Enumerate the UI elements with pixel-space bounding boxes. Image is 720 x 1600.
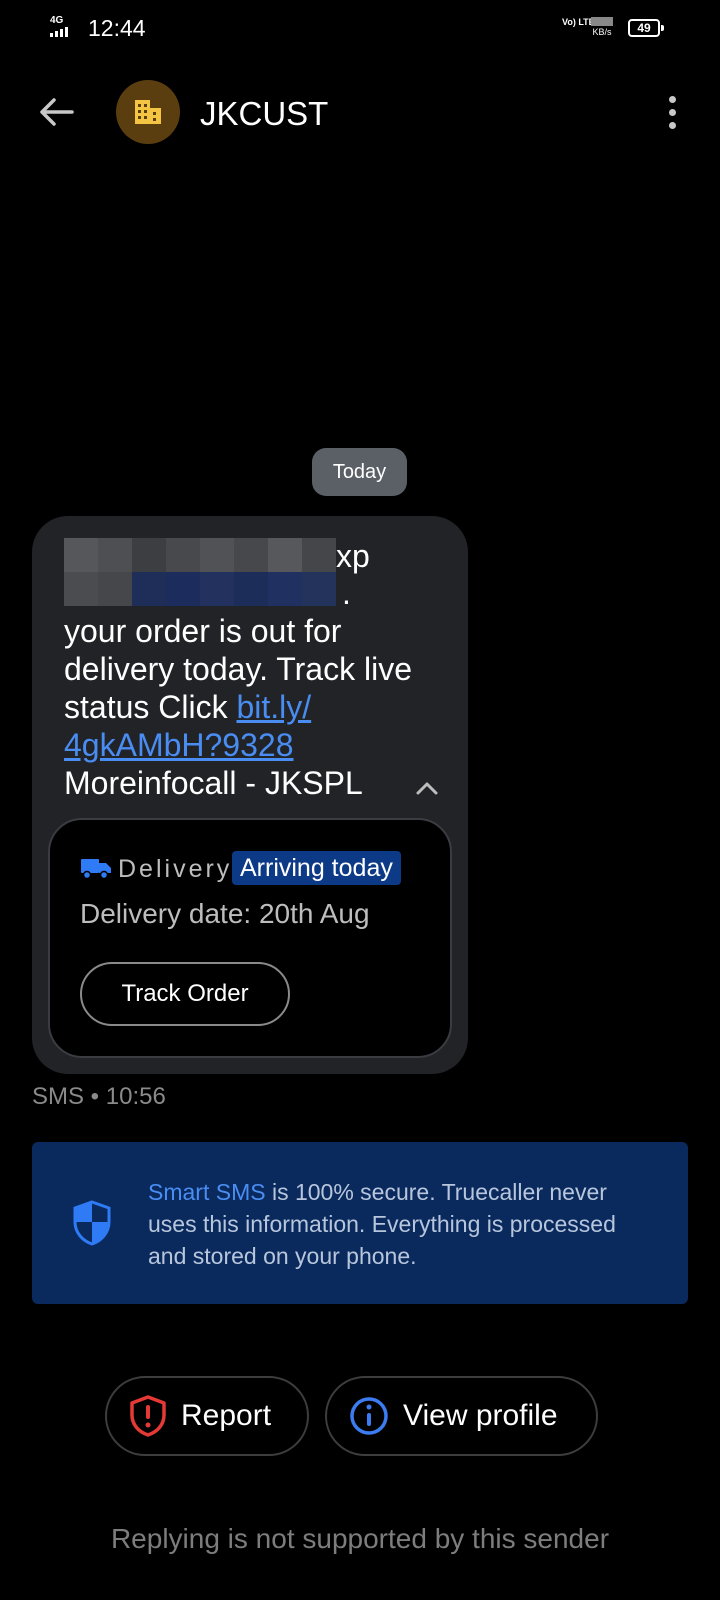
report-label: Report — [181, 1399, 272, 1432]
smart-sms-link[interactable]: Smart SMS — [148, 1179, 266, 1205]
view-profile-label: View profile — [403, 1399, 558, 1432]
battery-icon: 49 — [628, 19, 664, 37]
message-partial-text: xp — [336, 538, 370, 574]
message-body: your order is out for delivery today. Tr… — [64, 612, 424, 802]
card-label: Delivery — [118, 855, 233, 883]
network-type: 4G — [50, 15, 64, 26]
speed-unit: KB/s — [592, 27, 612, 37]
redacted-text — [64, 572, 336, 606]
redacted-text — [64, 538, 336, 572]
message-signature: Moreinfocall - JKSPL — [64, 765, 363, 801]
track-order-button[interactable]: Track Order — [80, 962, 290, 1026]
shield-icon — [73, 1200, 111, 1246]
truck-icon — [81, 859, 111, 880]
view-profile-button[interactable]: View profile — [325, 1376, 598, 1456]
message-partial-dot: . — [342, 575, 351, 611]
more-options-button[interactable] — [652, 88, 692, 136]
report-shield-icon — [130, 1395, 166, 1437]
building-icon — [135, 100, 161, 124]
delivery-status-badge: Arriving today — [232, 851, 401, 885]
reply-disabled-note: Replying is not supported by this sender — [110, 1523, 610, 1554]
status-time: 12:44 — [88, 15, 146, 41]
delivery-date: Delivery date: 20th Aug — [80, 898, 370, 929]
date-chip: Today — [312, 448, 407, 496]
sender-avatar[interactable] — [116, 80, 180, 144]
message-meta: SMS • 10:56 — [32, 1083, 166, 1110]
status-bar: 4G 12:44 Vo) LTE KB/s 49 — [0, 0, 720, 56]
more-vert-icon — [668, 95, 676, 103]
back-button[interactable] — [30, 88, 82, 136]
info-icon — [350, 1397, 388, 1435]
sender-name[interactable]: JKCUST — [200, 94, 328, 134]
back-arrow-icon — [40, 98, 74, 126]
collapse-button[interactable] — [412, 776, 442, 800]
signal-icon — [50, 27, 68, 37]
report-button[interactable]: Report — [105, 1376, 309, 1456]
network-speed: KB/s — [590, 17, 614, 37]
banner-text: Smart SMS is 100% secure. Truecaller nev… — [148, 1176, 648, 1272]
chevron-up-icon — [416, 782, 438, 795]
